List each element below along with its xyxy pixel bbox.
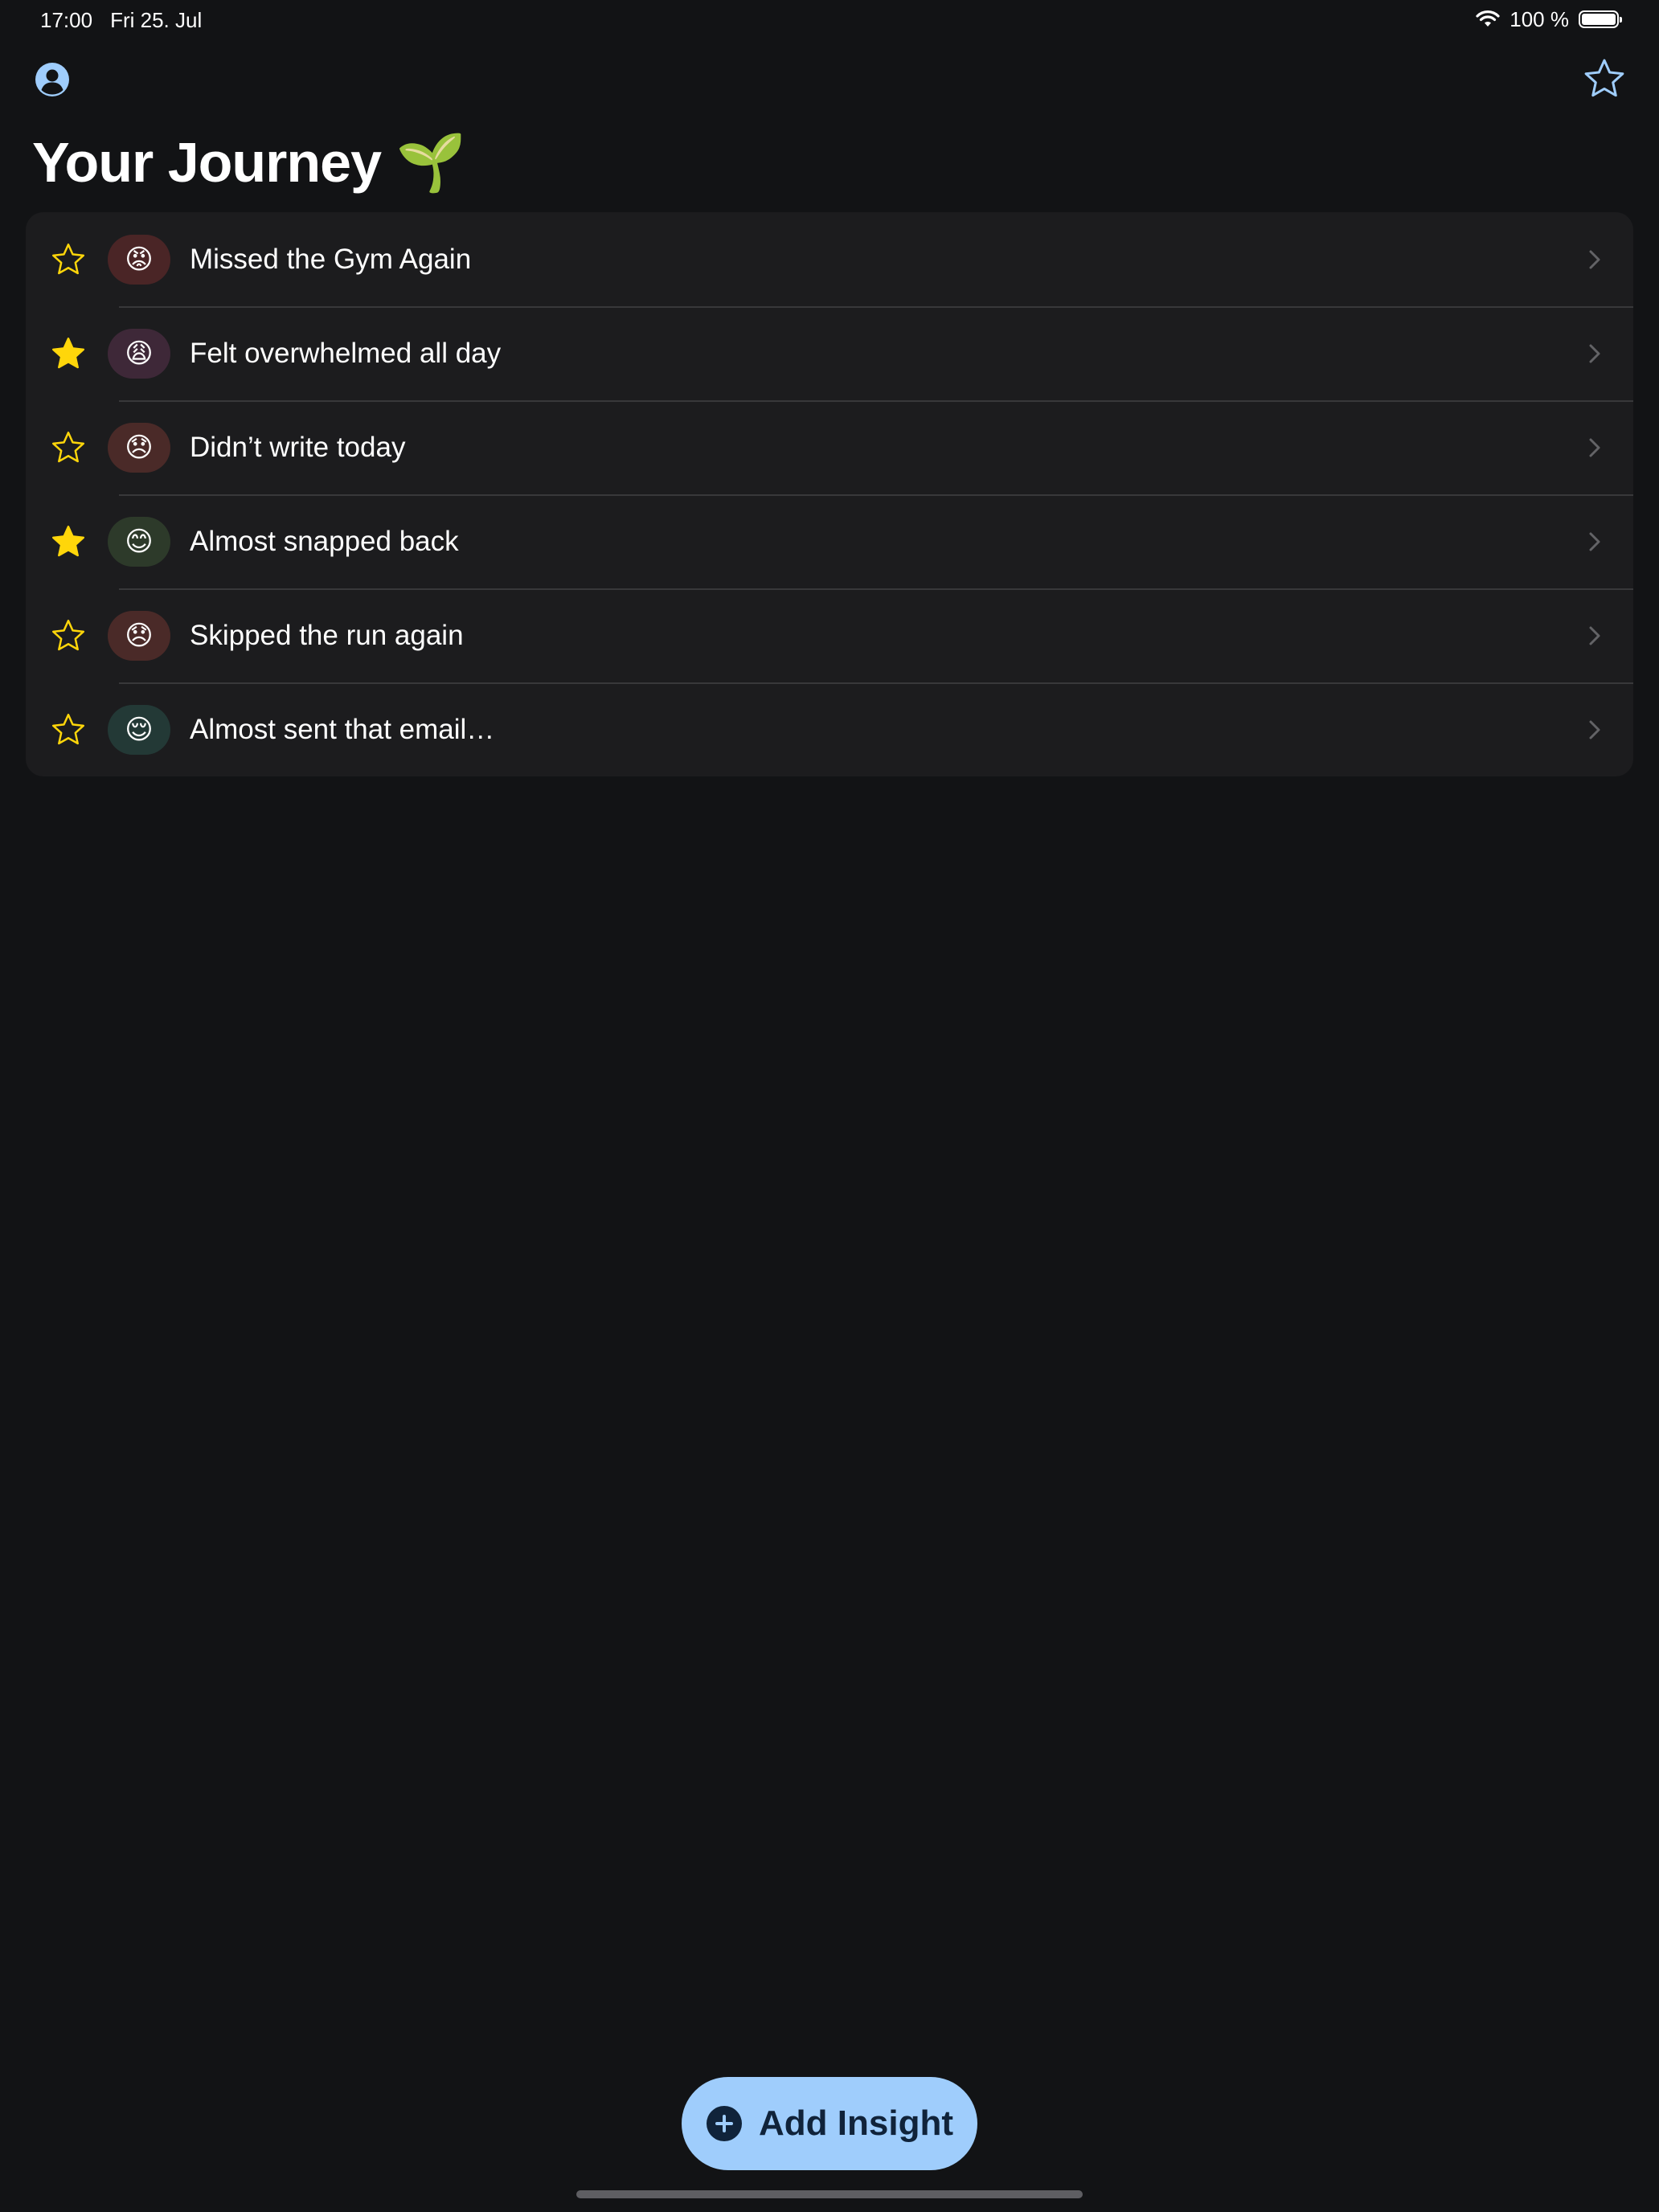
list-item[interactable]: 😊 Almost snapped back (26, 494, 1633, 588)
wifi-icon (1476, 10, 1500, 27)
star-filled-icon[interactable] (50, 335, 87, 372)
status-date: Fri 25. Jul (110, 8, 203, 32)
list-item[interactable]: 😞 Didn’t write today (26, 400, 1633, 494)
battery-percentage: 100 % (1509, 6, 1569, 31)
mood-emoji-badge: 😊 (108, 516, 170, 567)
chevron-right-icon (1589, 720, 1600, 739)
status-bar: 17:00 Fri 25. Jul 100 % (0, 0, 1659, 39)
chevron-right-icon (1589, 250, 1600, 268)
insight-title: Almost sent that email… (190, 713, 495, 745)
page-title: Your Journey 🌱 (32, 131, 466, 194)
insight-list: 😡 Missed the Gym Again 😩 Felt overwhelme… (26, 212, 1633, 776)
add-insight-button[interactable]: Add Insight (682, 2077, 977, 2170)
insight-title: Didn’t write today (190, 431, 406, 463)
insight-title: Felt overwhelmed all day (190, 337, 502, 369)
mood-emoji-badge: 😌 (108, 704, 170, 755)
favorites-button[interactable] (1582, 56, 1627, 101)
plus-circle-icon (707, 2106, 743, 2141)
home-indicator (576, 2190, 1083, 2198)
star-outline-icon (1584, 59, 1624, 97)
mood-emoji-badge: 😡 (108, 234, 170, 285)
star-outline-icon[interactable] (50, 429, 87, 466)
status-indicators: 100 % (1476, 6, 1622, 32)
chevron-right-icon (1589, 532, 1600, 551)
mood-emoji-badge: 😞 (108, 422, 170, 473)
status-time: 17:00 (40, 8, 93, 32)
chevron-right-icon (1589, 344, 1600, 363)
insight-title: Missed the Gym Again (190, 243, 472, 275)
chevron-right-icon (1589, 626, 1600, 645)
star-outline-icon[interactable] (50, 617, 87, 654)
star-filled-icon[interactable] (50, 523, 87, 560)
status-time-date: 17:00 Fri 25. Jul (40, 8, 202, 33)
star-outline-icon[interactable] (50, 711, 87, 748)
battery-icon (1579, 10, 1622, 28)
battery-fill (1582, 14, 1616, 25)
list-item[interactable]: 😩 Felt overwhelmed all day (26, 306, 1633, 400)
profile-button[interactable] (34, 61, 71, 98)
insight-title: Almost snapped back (190, 525, 459, 557)
mood-emoji-badge: 😞 (108, 610, 170, 661)
add-insight-label: Add Insight (759, 2103, 953, 2143)
chevron-right-icon (1589, 438, 1600, 457)
list-item[interactable]: 😌 Almost sent that email… (26, 682, 1633, 776)
list-item[interactable]: 😡 Missed the Gym Again (26, 212, 1633, 306)
mood-emoji-badge: 😩 (108, 328, 170, 379)
list-item[interactable]: 😞 Skipped the run again (26, 588, 1633, 682)
star-outline-icon[interactable] (50, 241, 87, 278)
person-circle-icon (35, 63, 69, 96)
insight-title: Skipped the run again (190, 619, 464, 651)
